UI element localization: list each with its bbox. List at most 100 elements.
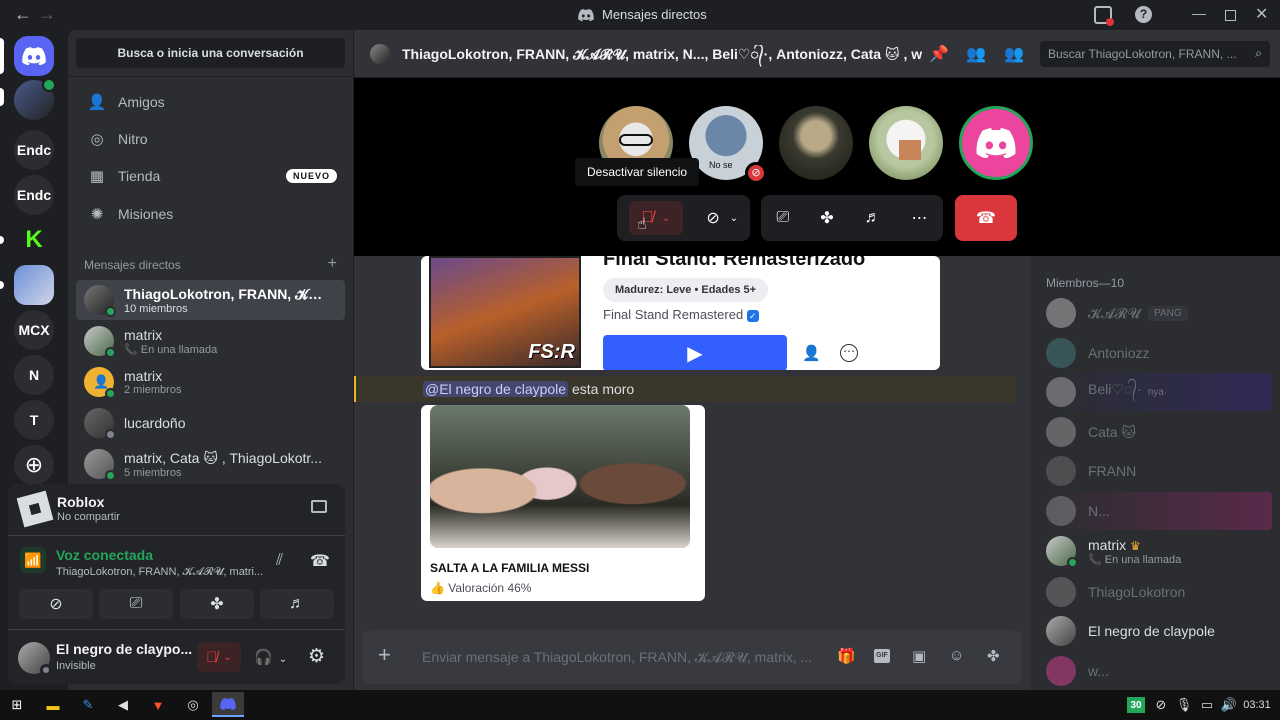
sticker-icon[interactable]: ▣ [912, 647, 926, 665]
member-matrix[interactable]: matrix ♛ 📞 En una llamada [1046, 532, 1272, 570]
speaker-app-icon[interactable]: ◀ [112, 695, 134, 715]
dm-item-group-main[interactable]: ThiagoLokotron, FRANN, 𝓚𝓐𝓡𝓤, matrix...10… [76, 280, 345, 320]
game-thumbnail[interactable]: FS:R [429, 256, 581, 368]
maximize-icon[interactable] [1225, 10, 1236, 21]
member-antoniozz[interactable]: Antoniozz [1046, 334, 1272, 372]
screen-share-button[interactable]: ⎚ [99, 589, 173, 619]
play-button[interactable]: ▶ [603, 335, 787, 370]
member-karu[interactable]: 𝓚𝓐𝓡𝓤 PANG [1046, 294, 1272, 332]
settings-gear-icon[interactable]: ⚙ [308, 645, 325, 668]
server-t[interactable]: T [14, 400, 54, 440]
activities-button[interactable]: ✤ [180, 589, 254, 619]
attach-plus-icon[interactable]: + [378, 644, 391, 666]
signal-icon[interactable]: 📶 [20, 547, 46, 573]
member-list-icon[interactable]: 👥 [1004, 44, 1024, 64]
voice-channel-label[interactable]: ThiagoLokotron, FRANN, 𝓚𝓐𝓡𝓤, matri... [56, 566, 264, 579]
camera-button[interactable]: ⊘ ⌄ [706, 208, 738, 228]
soundboard-button[interactable]: ♬ [260, 589, 334, 619]
find-conversation-button[interactable]: Busca o inicia una conversación [76, 38, 345, 68]
member-name: FRANN [1088, 463, 1137, 479]
volume-icon[interactable]: 🔊 [1218, 695, 1240, 715]
forward-arrow-icon[interactable]: → [38, 4, 56, 25]
nav-quests[interactable]: ✺ Misiones [76, 197, 345, 231]
member-beli[interactable]: Beli♡᭄· nya· [1046, 373, 1272, 411]
add-server-icon[interactable]: ⊕ [14, 445, 54, 485]
tray-badge[interactable]: 30 [1127, 697, 1145, 713]
voice-dm-avatar[interactable] [14, 78, 56, 120]
activities-icon[interactable]: ✤ [820, 208, 833, 228]
more-icon[interactable]: ⋯ [912, 208, 928, 228]
nav-friends[interactable]: 👤 Amigos [76, 85, 345, 119]
dm-item-matrix-group[interactable]: 👤 matrix 2 miembros [76, 362, 345, 402]
mic-tray-icon[interactable]: 🎙 [1173, 695, 1195, 715]
experience-embed-card[interactable]: SALTA A LA FAMILIA MESSI 👍 Valoración 46… [421, 405, 705, 601]
dm-item-lucardono[interactable]: lucardoño [76, 403, 345, 443]
stream-game-icon[interactable] [311, 500, 327, 513]
pin-icon[interactable]: 📌 [929, 44, 949, 64]
leave-call-button[interactable]: ☎ [955, 195, 1017, 241]
dm-name: lucardoño [124, 415, 186, 431]
more-options-icon[interactable]: ⋯ [840, 344, 858, 362]
brave-browser-icon[interactable]: ▼ [147, 695, 169, 715]
clock[interactable]: 03:31 [1242, 695, 1272, 715]
server-n[interactable]: N [14, 355, 54, 395]
call-participant-avatar[interactable] [869, 106, 943, 180]
help-icon[interactable]: ? [1135, 6, 1152, 23]
game-creator[interactable]: Final Stand Remastered ✓ [603, 307, 759, 322]
member-n[interactable]: N... [1046, 492, 1272, 530]
back-arrow-icon[interactable]: ← [14, 4, 32, 25]
emoji-icon[interactable]: ☺ [949, 647, 964, 664]
screen-share-icon[interactable]: ⎚ [776, 209, 789, 227]
header-search-input[interactable]: Buscar ThiagoLokotron, FRANN, ... ⌕ [1040, 41, 1270, 67]
create-dm-icon[interactable]: + [328, 256, 337, 272]
inbox-icon[interactable] [1094, 6, 1114, 26]
message-composer[interactable]: + Enviar mensaje a ThiagoLokotron, FRANN… [362, 630, 1022, 684]
home-discord-icon[interactable] [14, 36, 54, 76]
user-avatar[interactable] [18, 642, 52, 676]
experience-thumbnail[interactable] [430, 405, 690, 548]
noise-suppression-icon[interactable]: ⫽ [276, 552, 283, 570]
dm-item-group-2[interactable]: matrix, Cata 🐱 , ThiagoLokotr... 5 miembr… [76, 444, 345, 484]
voice-connected-label[interactable]: Voz conectada [56, 547, 153, 563]
minimize-icon[interactable]: — [1192, 5, 1206, 21]
network-icon[interactable]: ▭ [1196, 695, 1218, 715]
member-el-negro[interactable]: El negro de claypole [1046, 612, 1272, 650]
speaking-user-avatar[interactable] [959, 106, 1033, 180]
call-participant-avatar[interactable] [779, 106, 853, 180]
user-name[interactable]: El negro de claypo... [56, 641, 192, 657]
file-explorer-icon[interactable]: ▬ [42, 695, 64, 715]
user-mention[interactable]: @El negro de claypole [423, 381, 569, 397]
close-icon[interactable]: ✕ [1255, 4, 1268, 24]
disconnect-icon[interactable]: ☎ [310, 551, 330, 571]
call-participant-avatar[interactable]: No se ⊘ [689, 106, 767, 184]
game-title[interactable]: Final Stand: Remasterizado [603, 256, 865, 271]
nav-shop[interactable]: ▦ Tienda NUEVO [76, 159, 345, 193]
mute-button[interactable]: 🎙̸ ⌄ [197, 642, 241, 672]
app-icon[interactable]: ◎ [182, 695, 204, 715]
apps-icon[interactable]: ✤ [987, 647, 1000, 665]
editor-icon[interactable]: ✎ [77, 695, 99, 715]
dm-item-matrix[interactable]: matrix 📞 En una llamada [76, 321, 345, 361]
group-title[interactable]: ThiagoLokotron, FRANN, 𝓚𝓐𝓡𝓤, matrix, N..… [402, 45, 922, 70]
add-friend-icon[interactable]: 👤 [802, 344, 821, 362]
member-frann[interactable]: FRANN [1046, 452, 1272, 490]
hang-up-icon: ☎ [976, 210, 996, 227]
member-w[interactable]: w... [1046, 652, 1272, 690]
server-mcx[interactable]: MCX [14, 310, 54, 350]
tray-icon[interactable]: ⊘ [1150, 695, 1172, 715]
member-thiagolokotron[interactable]: ThiagoLokotron [1046, 573, 1272, 611]
nav-nitro[interactable]: ◎ Nitro [76, 122, 345, 156]
kick-server-icon[interactable]: K [14, 220, 54, 260]
gift-icon[interactable]: 🎁 [837, 647, 856, 665]
discord-taskbar-icon[interactable] [212, 692, 244, 717]
server-endc-1[interactable]: Endc [14, 130, 54, 170]
soundboard-icon[interactable]: ♬ [865, 209, 881, 227]
server-endc-2[interactable]: Endc [14, 175, 54, 215]
member-cata[interactable]: Cata 🐱 [1046, 413, 1272, 451]
server-image-icon[interactable] [14, 265, 54, 305]
headset-button[interactable]: 🎧 ⌄ [254, 648, 287, 666]
windows-start-icon[interactable]: ⊞ [6, 695, 28, 715]
gif-icon[interactable]: GIF [874, 649, 890, 663]
add-friends-icon[interactable]: 👥 [966, 44, 986, 64]
camera-button[interactable]: ⊘ [19, 589, 93, 619]
